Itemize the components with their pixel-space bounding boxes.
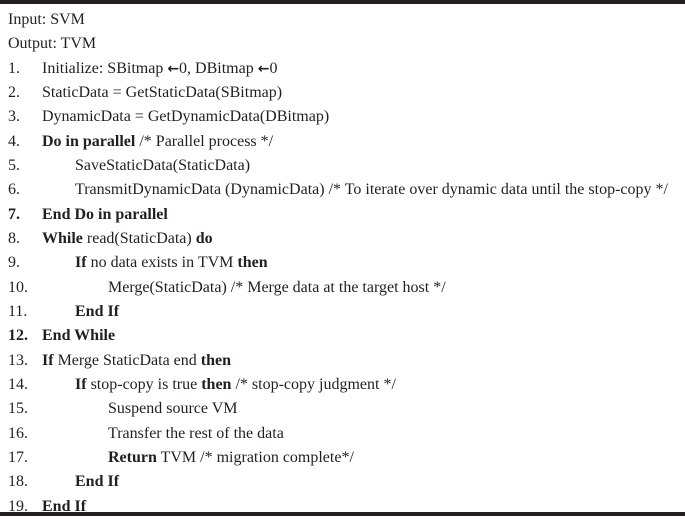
line-code: If stop-copy is true then /* stop-copy j… (75, 373, 396, 397)
line-code: End If (75, 470, 119, 494)
line-number: 15. (8, 400, 28, 418)
left-arrow-icon: ← (167, 60, 180, 77)
code-text: Suspend source VM (108, 400, 238, 418)
algorithm-input: Input: SVM (8, 11, 85, 28)
line-number: 7. (8, 205, 20, 223)
line-code: End If (42, 495, 86, 519)
keyword: If (42, 351, 54, 369)
keyword: End Do in parallel (42, 205, 168, 223)
line-number: 18. (8, 473, 28, 491)
code-text: DynamicData = GetDynamicData(DBitmap) (42, 108, 330, 126)
line-code: If no data exists in TVM then (75, 251, 268, 275)
algorithm-output: Output: TVM (8, 35, 97, 52)
code-text: SaveStaticData(StaticData) (75, 156, 251, 174)
line-number: 5. (8, 156, 20, 174)
line-code: Initialize: SBitmap ←0, DBitmap ←0 (42, 57, 277, 81)
keyword: then (201, 376, 232, 394)
line-code: If Merge StaticData end then (42, 349, 231, 373)
line-code: Return TVM /* migration complete*/ (108, 446, 354, 470)
keyword: End If (75, 473, 120, 491)
keyword: End While (42, 327, 116, 345)
line-code: SaveStaticData(StaticData) (75, 154, 250, 178)
line-code: Do in parallel /* Parallel process */ (42, 130, 273, 154)
code-text: read(StaticData) (82, 229, 196, 247)
line-number: 9. (8, 254, 20, 272)
code-text: 0 (269, 59, 278, 77)
line-number: 4. (8, 132, 20, 150)
code-text: 0, DBitmap (179, 59, 258, 77)
line-number: 6. (8, 181, 20, 199)
keyword: While (42, 229, 83, 247)
code-text: Transfer the rest of the data (108, 424, 284, 442)
keyword: then (200, 351, 232, 369)
line-number: 10. (8, 278, 28, 296)
keyword: Return (108, 449, 157, 467)
code-text: TransmitDynamicData (DynamicData) /* To … (75, 181, 668, 199)
keyword: End If (75, 303, 120, 320)
code-text: Initialize: SBitmap (42, 59, 168, 77)
keyword: End If (42, 497, 87, 515)
code-text: /* Parallel process */ (135, 132, 274, 150)
keyword: Do in parallel (42, 132, 136, 150)
line-number: 1. (8, 59, 20, 77)
keyword: do (195, 229, 213, 247)
line-code: DynamicData = GetDynamicData(DBitmap) (42, 105, 329, 129)
line-code: StaticData = GetStaticData(SBitmap) (42, 81, 282, 105)
line-code: Suspend source VM (108, 397, 237, 421)
line-code: While read(StaticData) do (42, 227, 213, 251)
line-number: 3. (8, 108, 20, 126)
line-number: 19. (8, 497, 28, 515)
code-text: /* stop-copy judgment */ (231, 376, 396, 394)
line-code: Merge(StaticData) /* Merge data at the t… (108, 276, 446, 300)
code-text: no data exists in TVM (86, 254, 238, 272)
line-number: 2. (8, 83, 20, 101)
algorithm-box: Input: SVM Output: TVM 1. Initialize: SBi… (0, 0, 685, 516)
line-code: End Do in parallel (42, 203, 168, 227)
left-arrow-icon: ← (257, 60, 270, 77)
code-text: TVM /* migration complete*/ (156, 449, 354, 467)
line-code: End If (75, 300, 119, 324)
line-number: 8. (8, 229, 20, 247)
line-number: 12. (8, 327, 28, 345)
keyword: then (237, 254, 268, 272)
line-code: End While (42, 324, 115, 348)
keyword: If (75, 376, 87, 394)
line-number: 14. (8, 376, 28, 394)
line-number: 11. (8, 303, 28, 320)
line-number: 13. (8, 351, 28, 369)
line-number: 16. (8, 424, 28, 442)
code-text: stop-copy is true (86, 376, 202, 394)
line-code: TransmitDynamicData (DynamicData) /* To … (75, 178, 668, 202)
code-text: Merge(StaticData) /* Merge data at the t… (108, 278, 446, 296)
code-text: StaticData = GetStaticData(SBitmap) (42, 83, 283, 101)
keyword: If (75, 254, 87, 272)
line-number: 17. (8, 449, 28, 467)
line-code: Transfer the rest of the data (108, 422, 284, 446)
code-text: Merge StaticData end (53, 351, 201, 369)
